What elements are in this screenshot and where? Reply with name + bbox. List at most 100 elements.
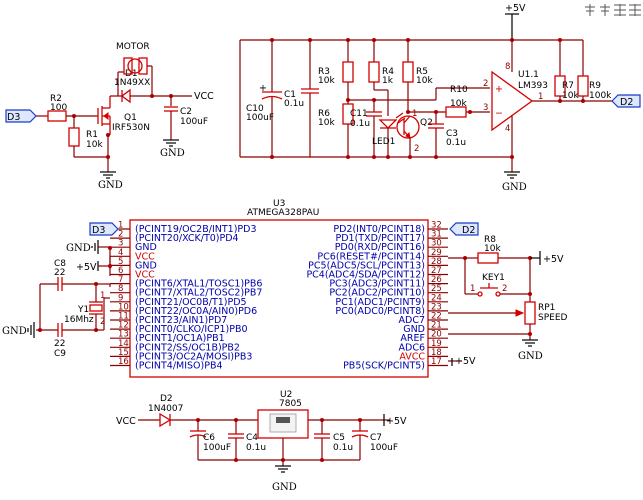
d2-diode-reg[interactable] bbox=[159, 412, 172, 428]
r7-ref: R7 bbox=[562, 81, 574, 91]
r6-value: 10k bbox=[318, 118, 335, 128]
gnd-label: GND bbox=[272, 482, 297, 493]
plus5v-label: +5V bbox=[386, 416, 407, 427]
r8-value: 10k bbox=[484, 244, 501, 254]
rp1-potentiometer[interactable] bbox=[524, 301, 536, 325]
mcu-pin-name: PB5(SCK/PCINT5) bbox=[343, 361, 425, 372]
plus5v-label: +5V bbox=[76, 262, 97, 273]
q1-mosfet[interactable] bbox=[97, 96, 111, 135]
y1-crystal[interactable] bbox=[89, 301, 103, 315]
r10-ref: R10 bbox=[450, 85, 468, 95]
gnd-label: GND bbox=[518, 351, 543, 362]
u1-ref: U1.1 bbox=[518, 70, 539, 80]
r7-value: 10k bbox=[562, 91, 579, 101]
r2-value: 100 bbox=[50, 103, 67, 113]
r9-ref: R9 bbox=[589, 81, 601, 91]
d3-label: D3 bbox=[7, 112, 20, 123]
u1-pin3: 3 bbox=[483, 103, 488, 113]
motor-title: MOTOR bbox=[116, 42, 150, 52]
u1-value: LM393 bbox=[518, 81, 548, 91]
r3-resistor[interactable] bbox=[342, 61, 354, 83]
u1-pin4: 4 bbox=[505, 124, 510, 134]
pin-icon[interactable] bbox=[600, 4, 610, 16]
c7-value: 100uF bbox=[370, 443, 398, 453]
r1-value: 10k bbox=[86, 140, 103, 150]
rp1-ref: RP1 bbox=[538, 303, 555, 313]
r1-resistor[interactable] bbox=[68, 127, 80, 147]
gnd-label: GND bbox=[2, 326, 27, 337]
plus5v-label: +5V bbox=[455, 356, 476, 367]
vcc-reg-label: VCC bbox=[116, 416, 136, 427]
regulator-section: VCC D2 1N4007 C6 100uF C4 0.1u U2 7805 C… bbox=[116, 390, 407, 493]
gnd-label: GND bbox=[66, 243, 91, 254]
mcu-section: U3 ATMEGA328PAU 1 (PCINT19/OC2B/INT1)PD32… bbox=[2, 199, 568, 378]
schematic: D3 R2 100 R1 10k Q1 IRF530N GND D1 1N49X… bbox=[2, 3, 641, 493]
q2-ref: Q2 bbox=[420, 118, 433, 128]
svg-text:+: + bbox=[495, 84, 503, 95]
d1-value: 1N49XX bbox=[114, 78, 150, 88]
led1[interactable] bbox=[378, 112, 406, 129]
q2-pin2: 2 bbox=[414, 144, 419, 154]
c9-ref: C9 bbox=[54, 349, 66, 359]
c4-value: 0.1u bbox=[246, 443, 266, 453]
q2-pin1: 1 bbox=[412, 109, 417, 119]
r9-resistor[interactable] bbox=[577, 75, 589, 97]
q1-ref: Q1 bbox=[124, 113, 137, 123]
c2-value: 100uF bbox=[180, 117, 208, 127]
c6-value: 100uF bbox=[203, 443, 231, 453]
r1-ref: R1 bbox=[86, 130, 98, 140]
c5-ref: C5 bbox=[333, 433, 345, 443]
c4-ref: C4 bbox=[246, 433, 258, 443]
grid-icon[interactable] bbox=[614, 4, 626, 16]
sensor-section: +5V 8 + C10 100uF C1 0.1u R3 10k R6 10k … bbox=[239, 3, 641, 193]
c6-ref: C6 bbox=[203, 433, 215, 443]
pin-icon[interactable] bbox=[585, 4, 595, 16]
r4-resistor[interactable] bbox=[368, 61, 380, 83]
r5-value: 10k bbox=[416, 76, 433, 86]
d1-diode[interactable] bbox=[120, 88, 131, 104]
r3-value: 10k bbox=[318, 76, 335, 86]
motor-driver-section: D3 R2 100 R1 10k Q1 IRF530N GND D1 1N49X… bbox=[5, 42, 214, 191]
u2-value: 7805 bbox=[279, 399, 302, 409]
key1-button[interactable] bbox=[477, 283, 501, 297]
c11-ref: C11 bbox=[350, 109, 368, 119]
d2-diode-value: 1N4007 bbox=[148, 404, 183, 414]
c5-value: 0.1u bbox=[333, 443, 353, 453]
y1-ref: Y1 bbox=[77, 305, 89, 315]
c10-value: 100uF bbox=[246, 113, 274, 123]
grid-icon[interactable] bbox=[629, 4, 641, 16]
y1-value: 16Mhz bbox=[64, 315, 94, 325]
plus5v-label: +5V bbox=[543, 254, 564, 265]
mcu-pin-number: 16 bbox=[118, 357, 129, 367]
q2-phototransistor[interactable] bbox=[396, 115, 420, 139]
c3-value: 0.1u bbox=[446, 138, 466, 148]
y1-pin2: 2 bbox=[100, 317, 105, 327]
r9-value: 100k bbox=[589, 91, 612, 101]
c8-value: 22 bbox=[54, 268, 65, 278]
u1-pin2: 2 bbox=[483, 79, 488, 89]
r10-value: 10k bbox=[450, 99, 467, 109]
toolbar bbox=[585, 4, 641, 16]
gnd-label: GND bbox=[98, 180, 123, 191]
gnd-label: GND bbox=[502, 182, 527, 193]
motor-vcc-label: VCC bbox=[194, 91, 214, 102]
rp1-value: SPEED bbox=[538, 313, 568, 323]
r8-resistor[interactable] bbox=[477, 252, 499, 264]
r5-resistor[interactable] bbox=[402, 61, 414, 83]
key1-pin2: 2 bbox=[502, 284, 507, 294]
mcu-pin-name: (PCINT4/MISO)PB4 bbox=[135, 361, 223, 372]
led1-ref: LED1 bbox=[372, 137, 395, 147]
q1-value: IRF530N bbox=[112, 123, 150, 133]
y1-pin1: 1 bbox=[100, 291, 105, 301]
c2-ref: C2 bbox=[180, 107, 192, 117]
c11-value: 0.1u bbox=[350, 119, 370, 129]
key1-pin1: 1 bbox=[470, 284, 475, 294]
gnd-label: GND bbox=[160, 148, 185, 159]
u1-pin8: 8 bbox=[505, 62, 510, 72]
d3-label: D3 bbox=[92, 225, 105, 236]
key1-ref: KEY1 bbox=[482, 273, 505, 283]
svg-text:−: − bbox=[495, 108, 503, 119]
u3-value: ATMEGA328PAU bbox=[247, 208, 319, 218]
d2-label: D2 bbox=[462, 225, 475, 236]
c7-ref: C7 bbox=[370, 433, 382, 443]
